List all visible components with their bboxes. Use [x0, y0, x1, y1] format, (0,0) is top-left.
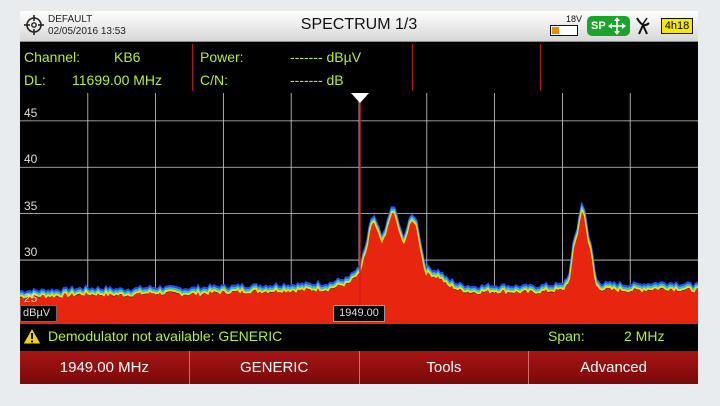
channel-value[interactable]: KB6	[114, 49, 140, 65]
y-tick-label: 45	[24, 105, 38, 120]
status-bar: Demodulator not available: GENERIC Span:…	[20, 324, 698, 348]
status-message: Demodulator not available: GENERIC	[48, 328, 283, 344]
power-value: ------- dBµV	[290, 49, 362, 65]
softkey-bar: 1949.00 MHz GENERIC Tools Advanced	[20, 351, 698, 384]
y-tick-label: 25	[24, 291, 38, 306]
dl-value[interactable]: 11699.00 MHz	[72, 72, 162, 88]
arrows-icon	[608, 17, 626, 35]
y-tick-label: 30	[24, 245, 38, 260]
battery-indicator: 18V	[550, 14, 582, 38]
y-tick-label: 35	[24, 198, 38, 213]
cn-value: ------- dB	[290, 72, 344, 88]
softkey-frequency[interactable]: 1949.00 MHz	[20, 351, 190, 384]
time-remaining-badge: 4h18	[661, 18, 693, 34]
marker-frequency[interactable]: 1949.00	[333, 305, 385, 322]
softkey-advanced[interactable]: Advanced	[529, 351, 698, 384]
battery-icon	[550, 25, 578, 36]
info-divider-1	[192, 44, 193, 91]
info-divider-2	[412, 44, 413, 91]
span-value[interactable]: 2 MHz	[624, 328, 664, 344]
analyzer-screen: DEFAULT 02/05/2016 13:53 SPECTRUM 1/3 18…	[20, 11, 698, 384]
battery-level	[552, 27, 560, 34]
battery-voltage: 18V	[565, 14, 582, 24]
dl-label: DL:	[24, 72, 46, 88]
warning-icon	[22, 327, 42, 345]
sp-label: SP	[591, 20, 606, 32]
span-label: Span:	[548, 328, 585, 344]
power-label: Power:	[200, 49, 244, 65]
y-tick-label: 40	[24, 152, 38, 167]
header-bar: DEFAULT 02/05/2016 13:53 SPECTRUM 1/3 18…	[20, 11, 698, 42]
cn-label: C/N:	[200, 72, 228, 88]
spectrum-plot[interactable]	[20, 93, 698, 325]
sp-badge[interactable]: SP	[587, 16, 630, 36]
unit-label: dBµV	[20, 305, 57, 322]
antenna-icon	[636, 17, 650, 35]
softkey-generic[interactable]: GENERIC	[189, 351, 360, 384]
softkey-tools[interactable]: Tools	[359, 351, 530, 384]
channel-label: Channel:	[24, 49, 81, 65]
info-divider-3	[540, 44, 541, 91]
